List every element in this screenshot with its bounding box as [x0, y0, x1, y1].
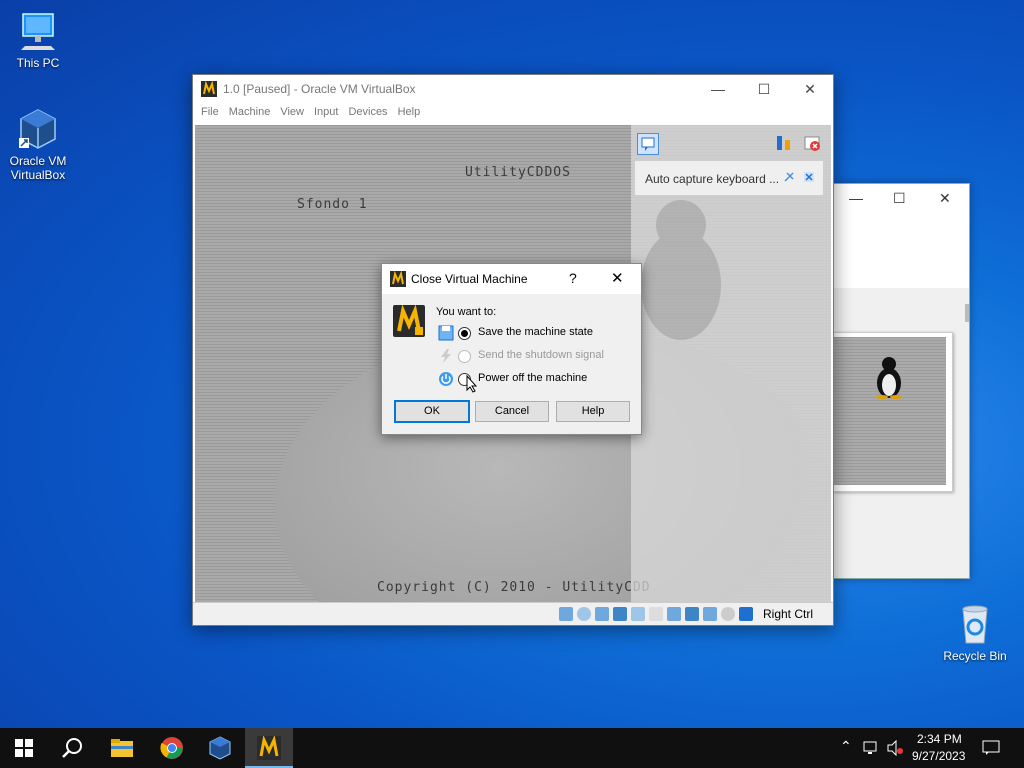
dialog-titlebar[interactable]: Close Virtual Machine ? ✕ — [382, 264, 641, 294]
menu-bar: File Machine View Input Devices Help — [193, 103, 833, 125]
mini-toolbar-icons — [637, 133, 827, 155]
shared-folders-icon[interactable] — [649, 607, 663, 621]
save-state-icon — [438, 325, 454, 341]
minimize-icon[interactable]: — — [695, 75, 741, 103]
notification-auto-capture: Auto capture keyboard ... — [635, 161, 823, 195]
window-title: 1.0 [Paused] - Oracle VM VirtualBox — [223, 82, 416, 96]
taskbar-virtualbox-manager[interactable] — [196, 728, 244, 768]
background-window-header — [833, 212, 969, 288]
taskbar-vm-window-active[interactable] — [245, 728, 293, 768]
menu-view[interactable]: View — [278, 103, 306, 121]
network-icon[interactable] — [862, 740, 880, 756]
monitor-icon — [17, 10, 59, 52]
virtualbox-app-icon — [257, 736, 281, 760]
option-shutdown-signal: Send the shutdown signal — [438, 348, 638, 366]
close-icon[interactable]: ✕ — [611, 269, 624, 287]
close-all-icon[interactable] — [803, 134, 821, 152]
desktop-icon-label: Recycle Bin — [943, 649, 1007, 663]
virtualbox-titlebar[interactable]: 1.0 [Paused] - Oracle VM VirtualBox — ☐ … — [193, 75, 833, 103]
menu-help[interactable]: Help — [396, 103, 423, 121]
help-question-button[interactable]: ? — [569, 270, 577, 286]
desktop-icon-label: Oracle VM VirtualBox — [9, 154, 67, 182]
desktop-icon-virtualbox[interactable]: Oracle VM VirtualBox — [0, 108, 76, 182]
cancel-button[interactable]: Cancel — [475, 401, 549, 422]
vm-copyright-text: Copyright (C) 2010 - UtilityCDD — [377, 580, 651, 595]
ok-button[interactable]: OK — [394, 400, 470, 423]
wallpaper-preview-image — [834, 337, 946, 485]
taskbar-file-explorer[interactable] — [98, 728, 146, 768]
tux-watermark-icon — [641, 200, 721, 340]
help-button[interactable]: Help — [556, 401, 630, 422]
start-button[interactable] — [0, 728, 48, 768]
folder-icon — [111, 739, 133, 757]
wallpaper-preview — [833, 332, 953, 492]
mouse-cursor-icon — [466, 375, 478, 393]
vm-brand-text: UtilityCDDOS — [465, 165, 571, 180]
notifications-icon[interactable] — [982, 740, 1000, 756]
taskbar-chrome[interactable] — [148, 728, 196, 768]
windows-logo-icon — [15, 739, 33, 757]
radio-shutdown-signal — [458, 350, 471, 363]
close-icon[interactable]: ✕ — [939, 190, 951, 207]
lightning-icon — [441, 349, 451, 363]
background-window-titlebar: — ☐ ✕ — [833, 184, 969, 212]
recording-icon[interactable] — [685, 607, 699, 621]
maximize-icon[interactable]: ☐ — [741, 75, 787, 103]
virtualbox-app-icon — [390, 271, 406, 287]
cpu-icon[interactable] — [703, 607, 717, 621]
chrome-icon — [160, 737, 183, 759]
desktop-icon-this-pc[interactable]: This PC — [0, 10, 76, 70]
menu-devices[interactable]: Devices — [346, 103, 389, 121]
dismiss-icon[interactable] — [803, 171, 815, 183]
search-icon — [62, 738, 82, 758]
virtualbox-cube-icon — [17, 108, 59, 150]
desktop-icon-label: This PC — [16, 56, 60, 70]
close-vm-dialog[interactable]: Close Virtual Machine ? ✕ You want to: S… — [381, 263, 642, 435]
vm-statusbar: Right Ctrl — [193, 602, 833, 625]
background-window[interactable]: — ☐ ✕ — [832, 183, 970, 579]
minimize-icon[interactable]: — — [849, 190, 863, 206]
dialog-title: Close Virtual Machine — [411, 272, 528, 286]
virtualbox-cube-icon — [209, 736, 231, 760]
hard-disk-icon[interactable] — [559, 607, 573, 621]
usb-icon[interactable] — [631, 607, 645, 621]
show-hidden-icons-chevron-icon[interactable]: ⌃ — [840, 738, 852, 755]
power-icon — [439, 372, 453, 386]
desktop-icon-recycle-bin[interactable]: Recycle Bin — [937, 603, 1013, 663]
recycle-bin-icon — [954, 603, 996, 645]
radio-save-state[interactable] — [458, 327, 471, 340]
clock-date[interactable]: 9/27/2023 — [912, 749, 965, 763]
volume-muted-icon[interactable] — [886, 740, 904, 756]
sort-icon[interactable] — [775, 134, 793, 152]
maximize-icon[interactable]: ☐ — [893, 190, 906, 207]
keyboard-capture-icon[interactable] — [739, 607, 753, 621]
option-save-state[interactable]: Save the machine state — [438, 325, 638, 343]
scrollbar-thumb[interactable] — [965, 304, 969, 322]
close-icon[interactable]: ✕ — [787, 75, 833, 103]
menu-machine[interactable]: Machine — [227, 103, 273, 121]
option-label: Save the machine state — [478, 326, 593, 338]
dialog-prompt: You want to: — [436, 306, 497, 318]
host-key-label: Right Ctrl — [762, 607, 813, 621]
taskbar: ⌃ 2:34 PM 9/27/2023 — [0, 728, 1024, 768]
tux-penguin-icon — [876, 357, 902, 399]
auto-capture-text: Auto capture keyboard ... — [645, 172, 780, 186]
network-icon[interactable] — [613, 607, 627, 621]
vm-item-text: Sfondo 1 — [297, 197, 368, 212]
pin-icon[interactable] — [783, 171, 795, 183]
mini-toolbar-panel: Auto capture keyboard ... — [631, 125, 831, 603]
chat-bubble-icon[interactable] — [637, 133, 659, 155]
menu-input[interactable]: Input — [312, 103, 340, 121]
clock-time[interactable]: 2:34 PM — [917, 732, 962, 746]
virtualbox-app-icon — [201, 81, 217, 97]
audio-icon[interactable] — [595, 607, 609, 621]
search-button[interactable] — [48, 728, 96, 768]
menu-file[interactable]: File — [199, 103, 221, 121]
virtualbox-large-icon — [393, 305, 425, 337]
display-icon[interactable] — [667, 607, 681, 621]
option-label: Send the shutdown signal — [478, 349, 604, 361]
optical-drive-icon[interactable] — [577, 607, 591, 621]
option-label: Power off the machine — [478, 372, 588, 384]
mouse-integration-icon[interactable] — [721, 607, 735, 621]
